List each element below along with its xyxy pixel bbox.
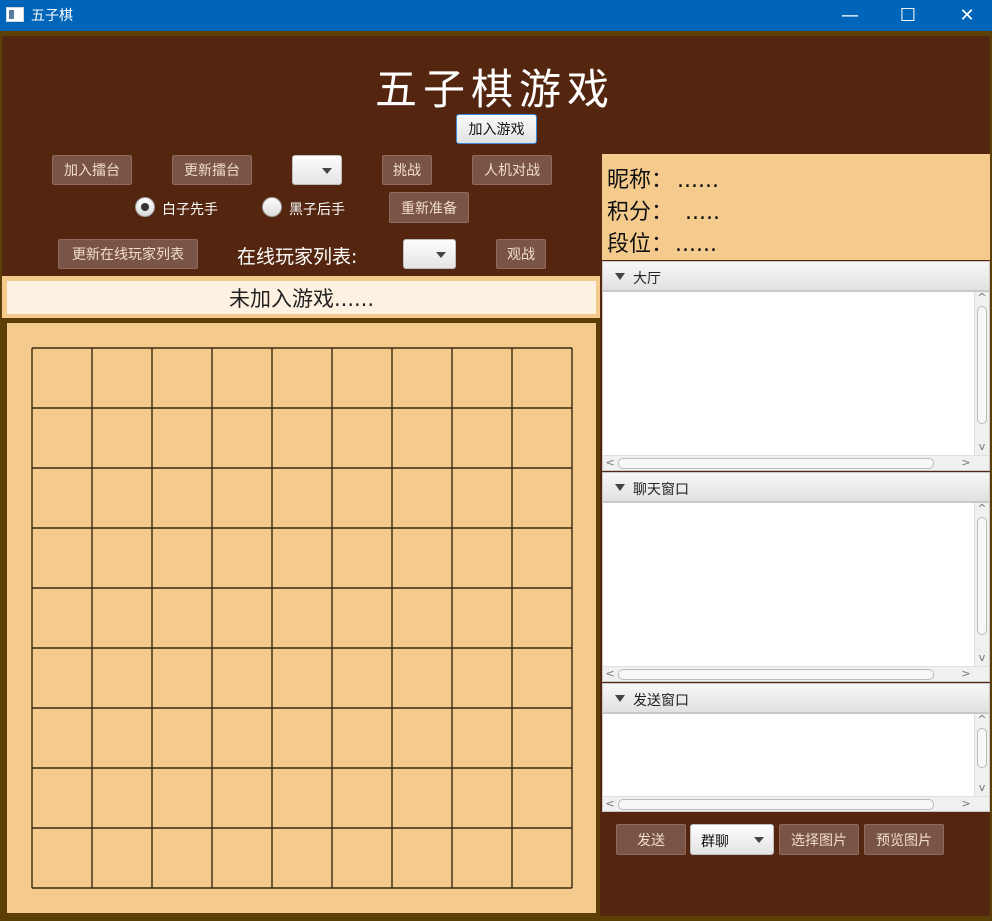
chevron-down-icon (322, 168, 332, 174)
window-title: 五子棋 (31, 8, 73, 24)
scroll-up-icon[interactable]: ^ (975, 713, 989, 727)
nickname-label: 昵称： (607, 168, 674, 193)
score-row: 积分：..... (607, 194, 720, 226)
scroll-down-icon[interactable]: v (975, 651, 989, 665)
preview-image-button[interactable]: 预览图片 (864, 824, 944, 855)
window-titlebar: 五子棋 — ☐ ✕ (0, 0, 992, 31)
update-arena-button[interactable]: 更新擂台 (172, 155, 252, 185)
collapse-icon (615, 695, 625, 702)
black-second-label: 黑子后手 (289, 202, 345, 218)
scroll-down-icon[interactable]: v (975, 440, 989, 454)
chevron-down-icon (754, 837, 764, 843)
refresh-online-button[interactable]: 更新在线玩家列表 (58, 239, 198, 269)
chat-mode-value: 群聊 (701, 834, 729, 850)
scroll-right-icon[interactable]: > (959, 456, 973, 470)
scroll-thumb[interactable] (618, 669, 934, 680)
choose-image-button[interactable]: 选择图片 (779, 824, 859, 855)
close-icon[interactable]: ✕ (944, 0, 990, 31)
nickname-value: ...... (677, 168, 719, 193)
chat-panel-header[interactable]: 聊天窗口 (602, 472, 990, 502)
lobby-horizontal-scrollbar[interactable]: < > (603, 455, 989, 470)
minimize-icon[interactable]: — (827, 0, 873, 31)
join-game-button[interactable]: 加入游戏 (456, 114, 537, 144)
rank-row: 段位：...... (607, 226, 717, 258)
chat-title: 聊天窗口 (633, 482, 689, 498)
scroll-thumb[interactable] (977, 517, 987, 635)
scroll-left-icon[interactable]: < (603, 456, 617, 470)
rank-label: 段位： (607, 232, 674, 257)
pve-button[interactable]: 人机对战 (472, 155, 552, 185)
black-second-radio[interactable] (262, 197, 282, 217)
white-first-label: 白子先手 (162, 202, 218, 218)
collapse-icon (615, 273, 625, 280)
scroll-thumb[interactable] (618, 458, 934, 469)
maximize-icon[interactable]: ☐ (885, 0, 931, 31)
app-icon (6, 7, 24, 22)
game-title: 五子棋游戏 (374, 65, 615, 114)
arena-select[interactable] (292, 155, 342, 185)
white-first-radio[interactable] (135, 197, 155, 217)
rank-value: ...... (675, 232, 717, 257)
scroll-left-icon[interactable]: < (603, 667, 617, 681)
score-value: ..... (685, 200, 720, 225)
join-arena-button[interactable]: 加入擂台 (52, 155, 132, 185)
chat-text-area[interactable]: ^ v < > (602, 502, 990, 682)
scroll-down-icon[interactable]: v (975, 781, 989, 795)
chat-mode-select[interactable]: 群聊 (690, 824, 774, 855)
chevron-down-icon (436, 252, 446, 258)
send-horizontal-scrollbar[interactable]: < > (603, 796, 989, 811)
player-info: 昵称：...... 积分：..... 段位：...... (602, 154, 990, 260)
scroll-thumb[interactable] (977, 728, 987, 768)
collapse-icon (615, 484, 625, 491)
online-players-label: 在线玩家列表: (237, 246, 358, 268)
lobby-title: 大厅 (633, 271, 661, 287)
send-panel-header[interactable]: 发送窗口 (602, 683, 990, 713)
gomoku-board[interactable] (7, 323, 596, 913)
send-title: 发送窗口 (633, 693, 689, 709)
scroll-thumb[interactable] (977, 306, 987, 424)
spectate-button[interactable]: 观战 (496, 239, 546, 269)
nickname-row: 昵称：...... (607, 162, 719, 194)
send-button[interactable]: 发送 (616, 824, 686, 855)
scroll-right-icon[interactable]: > (959, 797, 973, 811)
scroll-right-icon[interactable]: > (959, 667, 973, 681)
lobby-text-area[interactable]: ^ v < > (602, 291, 990, 471)
online-players-select[interactable] (403, 239, 456, 269)
chat-horizontal-scrollbar[interactable]: < > (603, 666, 989, 681)
send-vertical-scrollbar[interactable]: ^ v (974, 713, 989, 796)
scroll-up-icon[interactable]: ^ (975, 291, 989, 305)
lobby-vertical-scrollbar[interactable]: ^ v (974, 291, 989, 455)
score-label: 积分： (607, 200, 674, 225)
game-status: 未加入游戏...... (7, 281, 596, 314)
board-grid (31, 347, 573, 889)
scroll-left-icon[interactable]: < (603, 797, 617, 811)
challenge-button[interactable]: 挑战 (382, 155, 432, 185)
chat-vertical-scrollbar[interactable]: ^ v (974, 502, 989, 666)
reset-ready-button[interactable]: 重新准备 (389, 192, 469, 223)
lobby-panel-header[interactable]: 大厅 (602, 261, 990, 291)
scroll-thumb[interactable] (618, 799, 934, 810)
scroll-up-icon[interactable]: ^ (975, 502, 989, 516)
send-text-area[interactable]: ^ v < > (602, 713, 990, 812)
